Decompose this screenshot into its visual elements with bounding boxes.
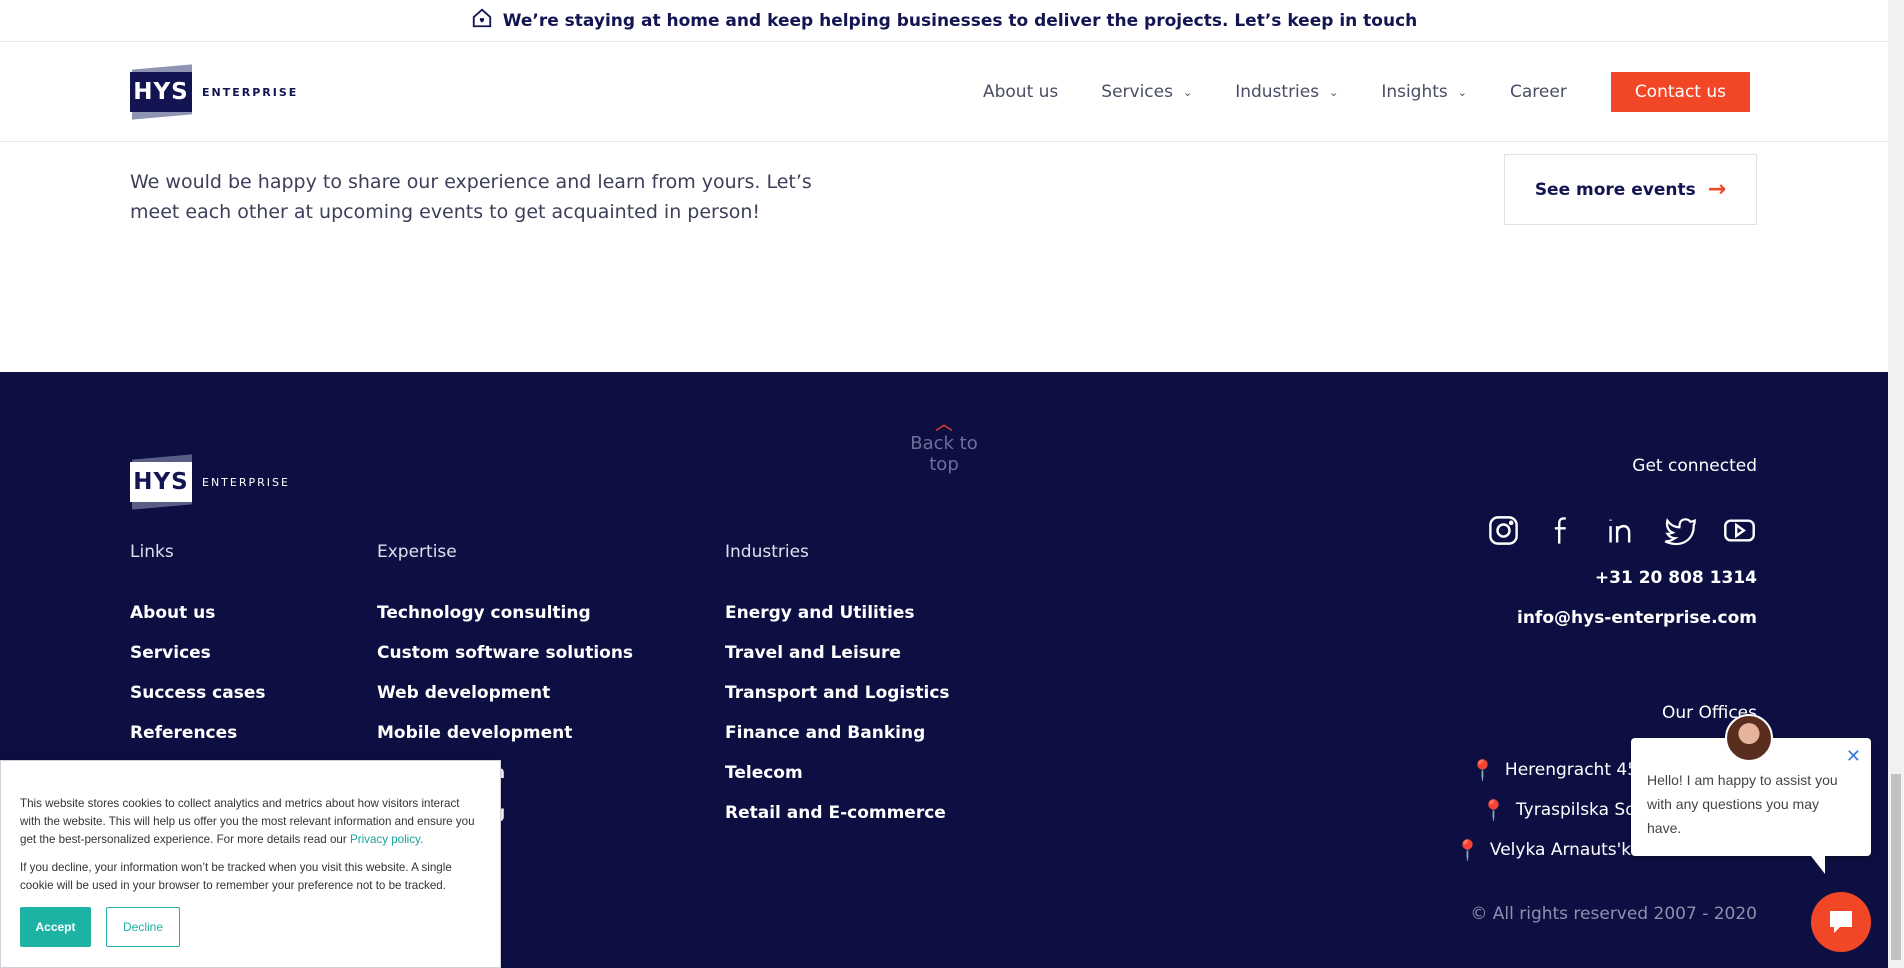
hys-logo[interactable]: HYS ENTERPRISE xyxy=(130,64,299,120)
column-heading: Industries xyxy=(725,542,809,562)
map-pin-icon: 📍 xyxy=(1470,758,1495,782)
copyright-text: © All rights reserved 2007 - 2020 xyxy=(1470,904,1757,924)
linkedin-icon[interactable] xyxy=(1604,513,1639,548)
footer-link[interactable]: Telecom xyxy=(725,760,950,800)
logo-word: ENTERPRISE xyxy=(202,475,290,489)
close-icon[interactable]: ✕ xyxy=(1846,746,1861,767)
footer-link[interactable]: Success cases xyxy=(130,680,266,720)
cookie-text-1: This website stores cookies to collect a… xyxy=(20,797,475,846)
accept-button[interactable]: Accept xyxy=(20,907,91,947)
page: We’re staying at home and keep helping b… xyxy=(0,0,1904,968)
office-item[interactable]: 📍 Herengracht 456, xyxy=(1470,758,1654,782)
announcement-bar[interactable]: We’re staying at home and keep helping b… xyxy=(0,0,1888,41)
contact-us-button[interactable]: Contact us xyxy=(1610,72,1750,112)
footer-links-column: Links About us Services Success cases Re… xyxy=(130,542,266,760)
footer-link[interactable]: Retail and E-commerce xyxy=(725,800,950,840)
logo-mark: HYS xyxy=(130,454,194,510)
logo-word: ENTERPRISE xyxy=(202,85,299,99)
cookie-text-2: If you decline, your information won’t b… xyxy=(20,861,452,892)
facebook-icon[interactable] xyxy=(1545,513,1580,548)
footer-logo[interactable]: HYS ENTERPRISE xyxy=(130,454,290,510)
nav-services[interactable]: Services ⌄ xyxy=(1101,82,1192,102)
see-more-events-button[interactable]: See more events → xyxy=(1504,154,1757,225)
footer-link[interactable]: References xyxy=(130,720,266,760)
office-item[interactable]: 📍 Velyka Arnauts'ka 7 xyxy=(1455,838,1658,862)
get-connected-heading: Get connected xyxy=(1632,456,1757,476)
logo-mark: HYS xyxy=(130,64,194,120)
email-link[interactable]: info@hys-enterprise.com xyxy=(1517,608,1757,628)
nav-career[interactable]: Career xyxy=(1510,82,1567,102)
youtube-icon[interactable] xyxy=(1722,513,1757,548)
footer-link[interactable]: Transport and Logistics xyxy=(725,680,950,720)
column-heading: Expertise xyxy=(377,542,457,562)
footer-link[interactable]: Web development xyxy=(377,680,633,720)
bubble-tail xyxy=(1811,856,1825,874)
cookie-consent-banner: This website stores cookies to collect a… xyxy=(0,760,501,968)
home-heart-icon xyxy=(471,7,493,34)
decline-button[interactable]: Decline xyxy=(106,907,180,947)
events-description: We would be happy to share our experienc… xyxy=(130,171,812,223)
chevron-up-icon: ︿ xyxy=(935,414,953,435)
social-links xyxy=(1486,513,1757,548)
arrow-right-icon: → xyxy=(1707,177,1727,202)
chevron-down-icon: ⌄ xyxy=(1457,85,1467,99)
page-scrollbar[interactable] xyxy=(1888,0,1904,968)
chat-icon xyxy=(1830,911,1852,933)
back-to-top-link[interactable]: ︿ Back to top xyxy=(894,414,994,476)
privacy-policy-link[interactable]: Privacy policy. xyxy=(350,833,423,846)
column-heading: Links xyxy=(130,542,174,562)
chat-launcher-button[interactable] xyxy=(1811,892,1871,952)
agent-avatar xyxy=(1725,714,1773,762)
nav-insights[interactable]: Insights ⌄ xyxy=(1381,82,1467,102)
footer-link[interactable]: Finance and Banking xyxy=(725,720,950,760)
map-pin-icon: 📍 xyxy=(1481,798,1506,822)
main-nav: About us Services ⌄ Industries ⌄ Insights ⌄… xyxy=(940,72,1750,112)
map-pin-icon: 📍 xyxy=(1455,838,1480,862)
footer-link[interactable]: About us xyxy=(130,600,266,640)
footer-industries-column: Industries Energy and Utilities Travel a… xyxy=(725,542,950,840)
footer-link[interactable]: Custom software solutions xyxy=(377,640,633,680)
nav-about-us[interactable]: About us xyxy=(983,82,1058,102)
twitter-icon[interactable] xyxy=(1663,513,1698,548)
phone-link[interactable]: +31 20 808 1314 xyxy=(1595,568,1757,588)
site-header: HYS ENTERPRISE About us Services ⌄ Indust… xyxy=(0,41,1888,142)
cookie-buttons: Accept Decline xyxy=(20,907,481,947)
chevron-down-icon: ⌄ xyxy=(1329,85,1339,99)
announcement-text: We’re staying at home and keep helping b… xyxy=(502,10,1418,31)
nav-industries[interactable]: Industries ⌄ xyxy=(1235,82,1338,102)
chevron-down-icon: ⌄ xyxy=(1182,85,1193,99)
footer-link[interactable]: Travel and Leisure xyxy=(725,640,950,680)
chat-message: Hello! I am happy to assist you with any… xyxy=(1647,772,1838,836)
footer-link[interactable]: Mobile development xyxy=(377,720,633,760)
footer-link[interactable]: Services xyxy=(130,640,266,680)
scrollbar-thumb[interactable] xyxy=(1891,774,1901,960)
footer-link[interactable]: Energy and Utilities xyxy=(725,600,950,640)
instagram-icon[interactable] xyxy=(1486,513,1521,548)
footer-link[interactable]: Technology consulting xyxy=(377,600,633,640)
